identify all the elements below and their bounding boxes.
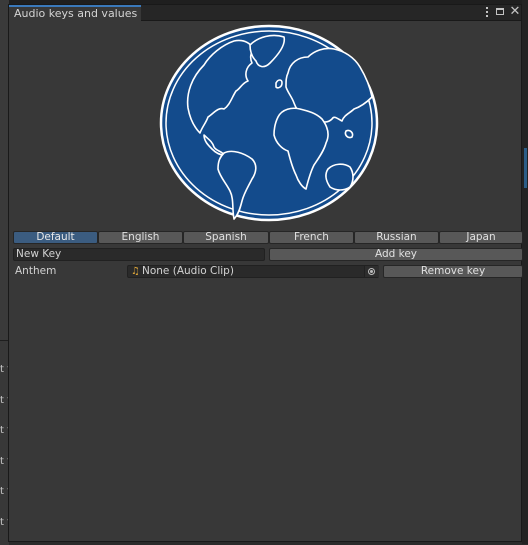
background-scroll-accent xyxy=(524,148,527,188)
add-key-button[interactable]: Add key xyxy=(269,248,523,261)
maximize-icon[interactable] xyxy=(495,6,507,18)
object-picker-icon[interactable] xyxy=(364,266,379,277)
globe-icon xyxy=(159,24,379,222)
audio-clip-value: None (Audio Clip) xyxy=(142,265,234,277)
globe-island xyxy=(344,129,354,139)
window-titlebar[interactable]: Audio keys and values ✕ xyxy=(9,5,521,21)
audio-keys-window: Audio keys and values ✕ Default English … xyxy=(8,4,523,542)
tab-language-french[interactable]: French xyxy=(269,231,354,244)
remove-key-button[interactable]: Remove key xyxy=(383,265,523,278)
music-note-icon: ♫ xyxy=(131,266,140,277)
kebab-menu-icon[interactable] xyxy=(481,6,493,18)
tab-language-english[interactable]: English xyxy=(98,231,183,244)
entry-key-label: Anthem xyxy=(15,265,57,277)
tab-language-japan[interactable]: Japan xyxy=(439,231,523,244)
new-key-input[interactable]: New Key xyxy=(13,248,265,261)
tab-language-spanish[interactable]: Spanish xyxy=(183,231,269,244)
globe-island xyxy=(275,79,283,89)
tab-language-default[interactable]: Default xyxy=(13,231,98,244)
audio-clip-field[interactable]: ♫ None (Audio Clip) xyxy=(127,265,379,278)
tab-language-russian[interactable]: Russian xyxy=(354,231,439,244)
window-tab[interactable]: Audio keys and values xyxy=(9,5,141,21)
globe-australia xyxy=(325,163,354,191)
close-icon[interactable]: ✕ xyxy=(509,5,521,18)
